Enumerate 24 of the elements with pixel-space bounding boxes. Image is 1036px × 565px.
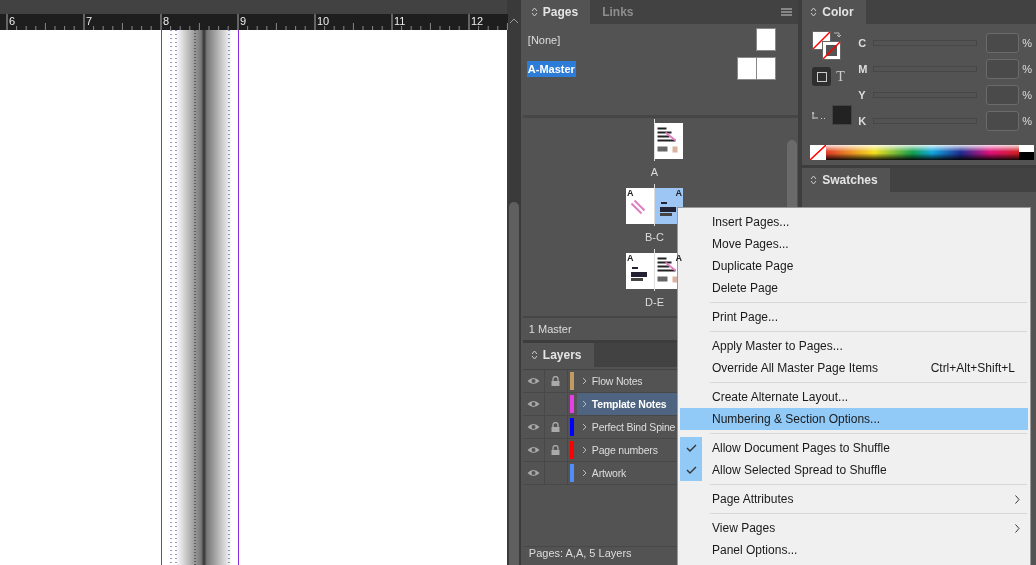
ruler-number: 8 bbox=[163, 15, 170, 27]
channel-label: M bbox=[858, 63, 869, 75]
spread-label: D-E bbox=[645, 295, 664, 310]
channel-label: K bbox=[858, 115, 868, 127]
master-letter: A bbox=[627, 252, 634, 263]
ruler-number: 9 bbox=[240, 15, 247, 27]
unit-label: % bbox=[1022, 63, 1032, 75]
master-letter: A bbox=[675, 187, 682, 198]
unit-label: % bbox=[1022, 89, 1032, 101]
ruler-number: 6 bbox=[9, 15, 16, 27]
master-letter: A bbox=[675, 252, 682, 263]
channel-label: C bbox=[858, 37, 868, 49]
masters-count: 1 Master bbox=[528, 322, 572, 335]
unit-label: % bbox=[1022, 37, 1032, 49]
spread-label: B-C bbox=[645, 230, 664, 245]
spread-label: A bbox=[650, 165, 659, 180]
ruler-number: 7 bbox=[86, 15, 93, 27]
master-letter: A bbox=[627, 187, 634, 198]
ruler-number: 11 bbox=[394, 15, 406, 27]
unit-label: % bbox=[1022, 115, 1032, 127]
channel-label: Y bbox=[858, 89, 867, 101]
layers-status: Pages: A,A, 5 Layers bbox=[528, 547, 632, 559]
ruler-number: 12 bbox=[471, 15, 484, 27]
ruler-number: 10 bbox=[317, 15, 330, 27]
